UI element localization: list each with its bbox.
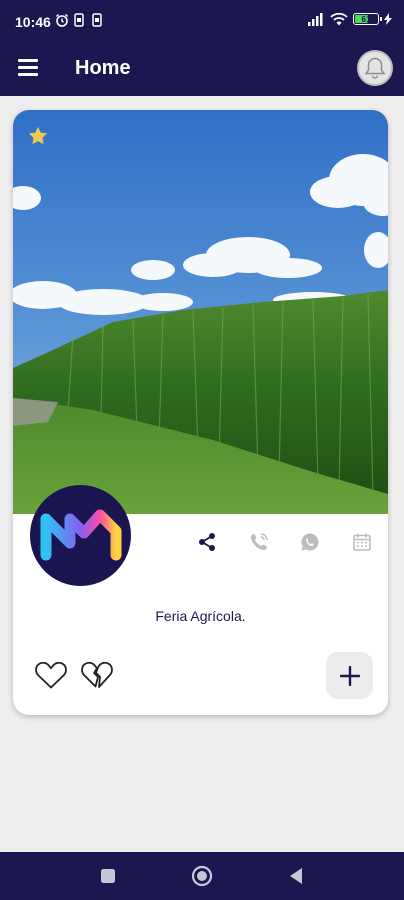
event-card[interactable]: Feria Agrícola. [13,110,388,715]
charging-icon [384,13,392,25]
sim-icon [74,13,84,27]
signal-icon [308,13,323,26]
share-icon [199,533,215,551]
page-title: Home [75,57,131,79]
like-button[interactable] [34,659,68,691]
status-bar: 10:46 61 [0,0,404,40]
menu-button[interactable] [18,58,40,78]
add-button[interactable] [326,652,373,699]
event-title: Feria Agrícola. [155,608,246,624]
heart-icon [35,661,67,689]
wifi-icon [330,12,348,26]
sim-icon [92,13,102,27]
home-button[interactable] [178,852,226,900]
event-photo [13,110,388,514]
plus-icon [339,665,360,686]
notifications-button[interactable] [357,50,393,86]
back-triangle-icon [290,868,302,884]
calendar-button[interactable] [351,531,373,553]
phone-icon [251,533,268,550]
square-icon [101,869,115,883]
share-button[interactable] [196,531,218,553]
battery-icon: 61 [353,13,382,25]
bell-icon [364,57,386,79]
battery-level: 61 [361,14,371,24]
system-nav-bar [0,852,404,900]
app-bar: Home [0,40,404,96]
dislike-button[interactable] [80,659,114,691]
calendar-icon [353,533,371,551]
broken-heart-icon [81,661,113,688]
call-button[interactable] [248,531,270,553]
whatsapp-button[interactable] [299,531,321,553]
status-time: 10:46 [15,14,51,30]
alarm-icon [55,13,69,27]
recent-apps-button[interactable] [84,852,132,900]
circle-icon [191,865,213,887]
nm-logo-icon [40,509,122,561]
organizer-logo [30,485,131,586]
star-icon[interactable] [27,125,49,147]
back-button[interactable] [272,852,320,900]
whatsapp-icon [301,533,319,551]
